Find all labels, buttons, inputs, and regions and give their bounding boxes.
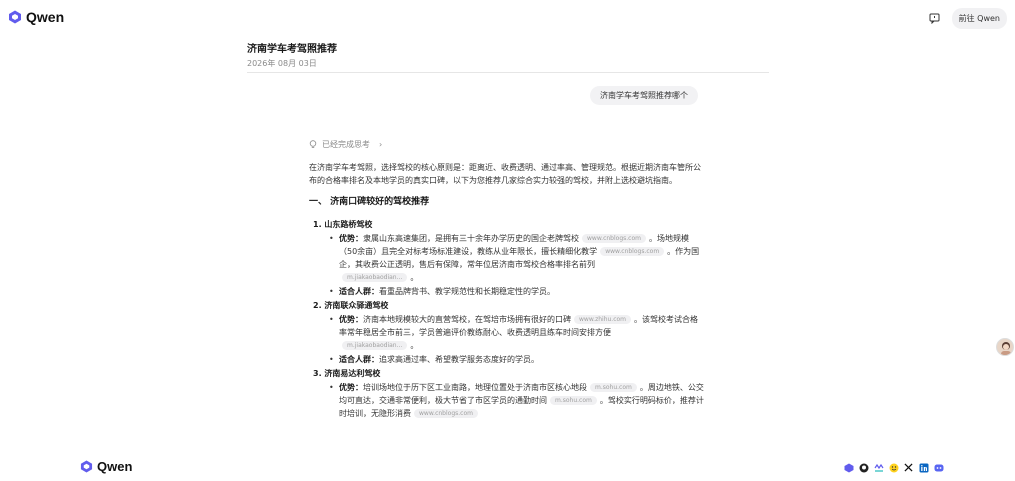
feedback-icon[interactable] bbox=[928, 12, 942, 26]
bullet-label: 优势： bbox=[339, 234, 363, 243]
top-right-actions: 前往 Qwen bbox=[928, 8, 1007, 29]
goto-qwen-button[interactable]: 前往 Qwen bbox=[951, 8, 1007, 29]
bullet-text: 看重品牌背书、教学规范性和长期稳定性的学员。 bbox=[379, 287, 555, 296]
list-item: 3. 济南易达利驾校 • 优势：培训场地位于历下区工业南路，地理位置处于济南市区… bbox=[309, 367, 705, 420]
bullet-text: 培训场地位于历下区工业南路，地理位置处于济南市区核心地段 bbox=[363, 383, 587, 392]
lightbulb-icon bbox=[309, 140, 317, 148]
citation-link[interactable]: www.cnblogs.com bbox=[414, 409, 478, 418]
modelscope-icon[interactable] bbox=[873, 462, 884, 473]
avatar[interactable] bbox=[996, 338, 1014, 356]
citation-link[interactable]: m.sohu.com bbox=[550, 396, 597, 405]
bullet-text: 追求高通过率、希望教学服务态度好的学员。 bbox=[379, 355, 539, 364]
footer-logo-text: Qwen bbox=[97, 459, 133, 474]
discord-icon[interactable] bbox=[933, 462, 944, 473]
bullet-item: • 适合人群：看重品牌背书、教学规范性和长期稳定性的学员。 bbox=[329, 287, 555, 296]
thinking-toggle[interactable]: 已经完成思考 › bbox=[309, 138, 705, 151]
bullet-item: • 优势：济南本地规模较大的直营驾校，在驾培市场拥有很好的口碑 www.zhihu… bbox=[329, 315, 699, 350]
citation-link[interactable]: m.jiakaobaodian... bbox=[342, 273, 408, 282]
thinking-label: 已经完成思考 bbox=[322, 140, 370, 149]
huggingface-icon[interactable] bbox=[888, 462, 899, 473]
citation-link[interactable]: www.cnblogs.com bbox=[582, 234, 646, 243]
bullet-text: 隶属山东高速集团，是拥有三十余年办学历史的国企老牌驾校 bbox=[363, 234, 579, 243]
bullet-label: 适合人群： bbox=[339, 287, 379, 296]
chat-header: 济南学车考驾照推荐 2026年 08月 03日 bbox=[247, 40, 769, 73]
qwen-logo-icon bbox=[80, 460, 93, 473]
bullet-label: 优势： bbox=[339, 383, 363, 392]
bullet-item: • 优势：隶属山东高速集团，是拥有三十余年办学历史的国企老牌驾校 www.cnbl… bbox=[329, 234, 700, 282]
bullet-label: 适合人群： bbox=[339, 355, 379, 364]
answer-intro: 在济南学车考驾照，选择驾校的核心原则是：距离近、收费透明、通过率高、管理规范。根… bbox=[309, 163, 701, 185]
section-title: 一、 济南口碑较好的驾校推荐 bbox=[309, 197, 430, 207]
user-message: 济南学车考驾照推荐哪个 bbox=[590, 86, 698, 105]
citation-link[interactable]: www.zhihu.com bbox=[574, 315, 632, 324]
bullet-text: 。 bbox=[410, 341, 419, 350]
bullet-item: • 适合人群：追求高通过率、希望教学服务态度好的学员。 bbox=[329, 355, 539, 364]
qwen-icon[interactable] bbox=[843, 462, 854, 473]
assistant-answer: 已经完成思考 › 在济南学车考驾照，选择驾校的核心原则是：距离近、收费透明、通过… bbox=[309, 138, 705, 456]
chat-title: 济南学车考驾照推荐 bbox=[247, 44, 337, 55]
qwen-logo-text: Qwen bbox=[26, 9, 65, 25]
github-icon[interactable] bbox=[858, 462, 869, 473]
social-links bbox=[843, 462, 944, 473]
chat-date: 2026年 08月 03日 bbox=[247, 59, 317, 68]
footer-qwen-logo[interactable]: Qwen bbox=[80, 459, 132, 474]
citation-link[interactable]: www.cnblogs.com bbox=[600, 247, 665, 256]
list-item: 1. 山东路桥驾校 • 优势：隶属山东高速集团，是拥有三十余年办学历史的国企老牌… bbox=[309, 218, 705, 298]
school-name: 1. 山东路桥驾校 bbox=[313, 220, 373, 229]
citation-link[interactable]: m.sohu.com bbox=[590, 383, 637, 392]
x-icon[interactable] bbox=[903, 462, 914, 473]
qwen-logo-icon bbox=[9, 10, 21, 24]
bullet-label: 优势： bbox=[339, 315, 363, 324]
bullet-item: • 优势：培训场地位于历下区工业南路，地理位置处于济南市区核心地段 m.sohu.… bbox=[329, 383, 704, 418]
linkedin-icon[interactable] bbox=[918, 462, 929, 473]
school-name: 2. 济南联众驿通驾校 bbox=[313, 301, 389, 310]
qwen-logo[interactable]: Qwen bbox=[8, 9, 64, 25]
citation-link[interactable]: m.jiakaobaodian... bbox=[342, 341, 408, 350]
chevron-right-icon: › bbox=[379, 140, 383, 149]
list-item: 2. 济南联众驿通驾校 • 优势：济南本地规模较大的直营驾校，在驾培市场拥有很好… bbox=[309, 299, 705, 366]
bullet-text: 济南本地规模较大的直营驾校，在驾培市场拥有很好的口碑 bbox=[363, 315, 571, 324]
school-name: 3. 济南易达利驾校 bbox=[313, 369, 381, 378]
